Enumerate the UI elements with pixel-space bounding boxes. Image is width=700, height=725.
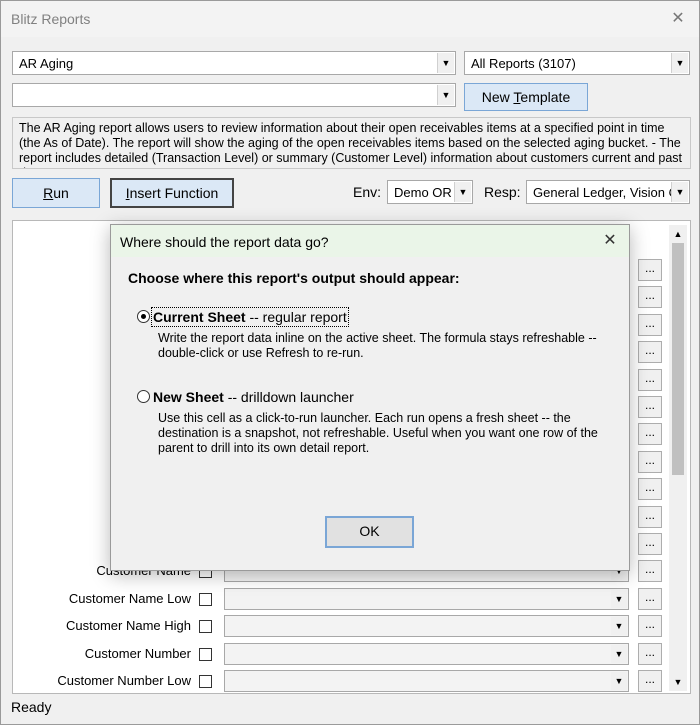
new-sheet-suffix: -- drilldown launcher [223, 389, 354, 405]
current-sheet-suffix: -- regular report [245, 309, 347, 325]
output-destination-dialog: Where should the report data go? ✕ Choos… [110, 224, 630, 571]
new-sheet-description: Use this cell as a click-to-run launcher… [158, 411, 598, 455]
ok-button[interactable]: OK [325, 516, 414, 548]
dialog-overlay: Where should the report data go? ✕ Choos… [0, 0, 700, 725]
dialog-close-icon[interactable]: ✕ [599, 230, 621, 252]
dialog-title-bar: Where should the report data go? ✕ [111, 225, 629, 257]
current-sheet-description: Write the report data inline on the acti… [158, 331, 597, 360]
new-sheet-label: New Sheet [153, 389, 224, 405]
dialog-heading: Choose where this report's output should… [128, 270, 460, 286]
dialog-title: Where should the report data go? [120, 234, 329, 250]
current-sheet-label: Current Sheet [153, 309, 246, 325]
new-sheet-option-title[interactable]: New Sheet -- drilldown launcher [153, 389, 354, 405]
new-sheet-radio[interactable] [137, 390, 150, 403]
current-sheet-radio[interactable] [137, 310, 150, 323]
current-sheet-option-title[interactable]: Current Sheet -- regular report [151, 307, 349, 327]
